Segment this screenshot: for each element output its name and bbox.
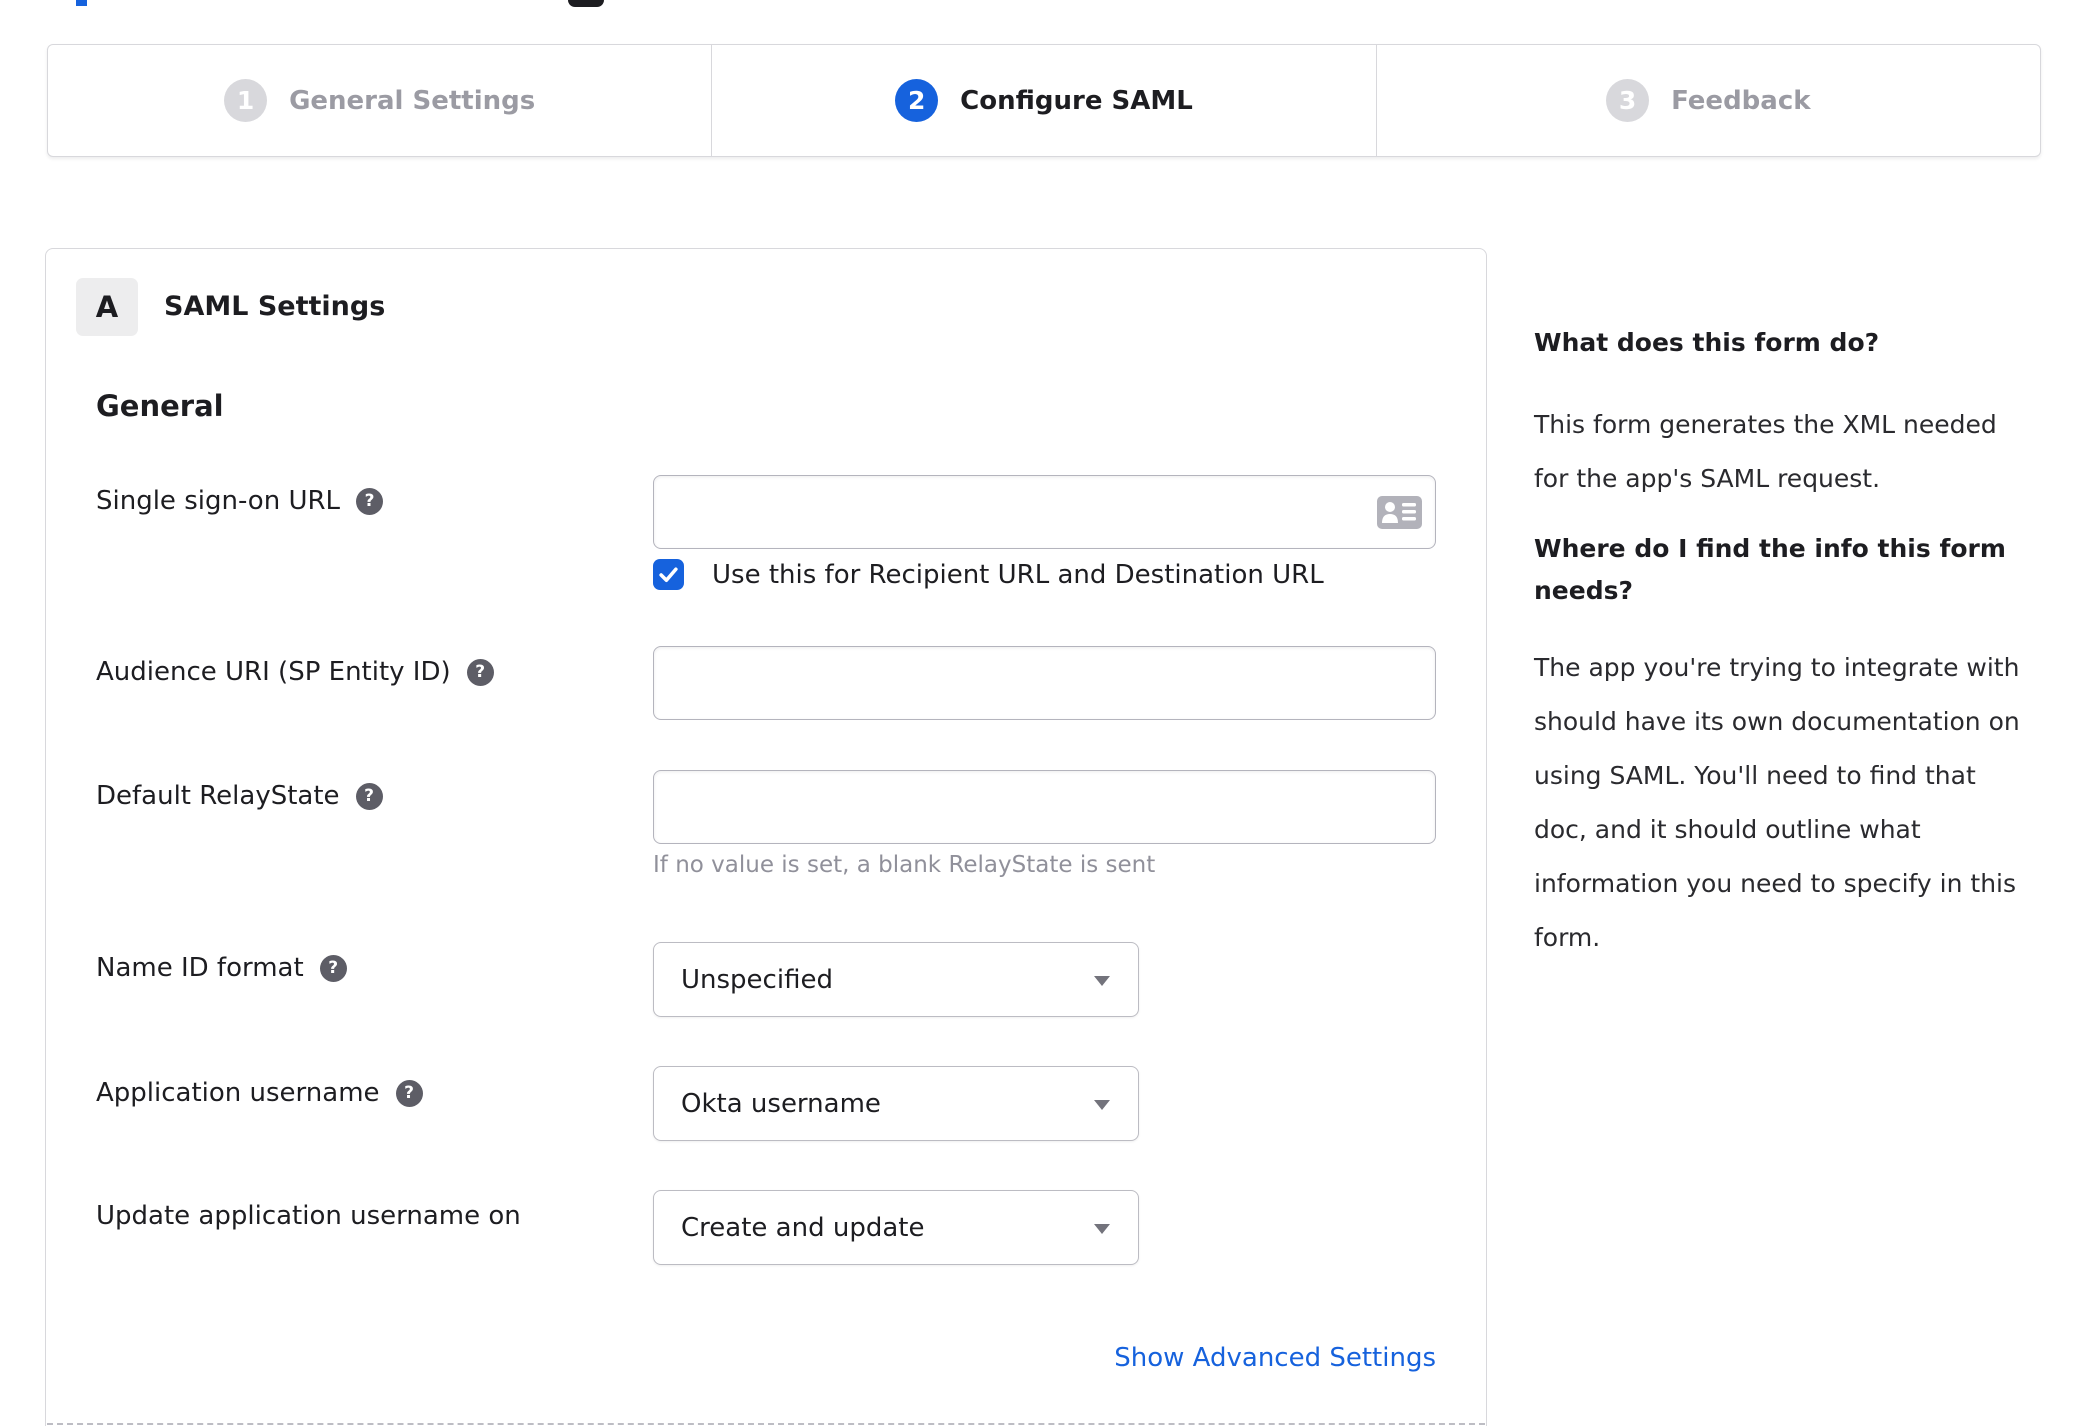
relaystate-hint: If no value is set, a blank RelayState i… (653, 852, 1156, 878)
update-username-value: Create and update (681, 1212, 925, 1243)
help-icon[interactable]: ? (395, 1079, 423, 1107)
update-username-select[interactable]: Create and update (653, 1190, 1139, 1265)
application-username-label-text: Application username (96, 1078, 380, 1108)
general-section-heading: General (96, 389, 224, 423)
update-username-label-text: Update application username on (96, 1201, 521, 1231)
name-id-format-label-text: Name ID format (96, 953, 304, 983)
sidebar-heading-where: Where do I find the info this form needs… (1534, 534, 2006, 605)
name-id-format-value: Unspecified (681, 964, 833, 995)
audience-uri-input[interactable] (653, 646, 1436, 720)
application-username-label: Application username ? (96, 1078, 423, 1108)
wizard-stepper: 1 General Settings 2 Configure SAML 3 Fe… (47, 44, 2041, 157)
sidebar-body-where: The app you're trying to integrate with … (1534, 653, 2020, 952)
section-a-badge: A (76, 278, 138, 336)
audience-uri-label-text: Audience URI (SP Entity ID) (96, 657, 451, 687)
application-username-select[interactable]: Okta username (653, 1066, 1139, 1141)
step-3-label: Feedback (1671, 85, 1811, 116)
sso-url-input[interactable] (653, 475, 1436, 549)
default-relaystate-input[interactable] (653, 770, 1436, 844)
default-relaystate-label: Default RelayState ? (96, 781, 383, 811)
help-icon[interactable]: ? (319, 954, 347, 982)
clipped-blue-element (76, 0, 87, 6)
step-general-settings: 1 General Settings (48, 45, 713, 156)
saml-settings-panel: A SAML Settings General Single sign-on U… (45, 248, 1487, 1426)
show-advanced-settings-link[interactable]: Show Advanced Settings (653, 1343, 1436, 1373)
default-relaystate-label-text: Default RelayState (96, 781, 340, 811)
address-card-icon[interactable] (1377, 496, 1422, 529)
clipped-black-icon (568, 0, 604, 7)
audience-uri-label: Audience URI (SP Entity ID) ? (96, 657, 494, 687)
name-id-format-select[interactable]: Unspecified (653, 942, 1139, 1017)
caret-down-icon (1094, 1099, 1110, 1110)
dashed-divider (47, 1423, 1485, 1425)
recipient-url-checkbox-label: Use this for Recipient URL and Destinati… (712, 559, 1324, 590)
recipient-url-checkbox[interactable] (653, 559, 684, 590)
checkmark-icon (659, 567, 678, 583)
step-1-circle: 1 (224, 79, 268, 122)
configure-saml-page: 1 General Settings 2 Configure SAML 3 Fe… (0, 0, 2092, 1426)
step-feedback: 3 Feedback (1377, 45, 2040, 156)
step-1-label: General Settings (289, 85, 536, 116)
step-3-circle: 3 (1606, 79, 1650, 122)
step-configure-saml: 2 Configure SAML (712, 45, 1377, 156)
sidebar-body-what: This form generates the XML needed for t… (1534, 410, 1997, 493)
application-username-value: Okta username (681, 1088, 881, 1119)
sso-url-label: Single sign-on URL ? (96, 486, 384, 516)
step-2-circle: 2 (895, 79, 939, 122)
caret-down-icon (1094, 1223, 1110, 1234)
help-icon[interactable]: ? (355, 782, 383, 810)
help-icon[interactable]: ? (356, 487, 384, 515)
panel-title: SAML Settings (164, 291, 386, 322)
name-id-format-label: Name ID format ? (96, 953, 347, 983)
update-username-label: Update application username on (96, 1201, 521, 1231)
step-2-label: Configure SAML (960, 85, 1193, 116)
recipient-url-checkbox-row: Use this for Recipient URL and Destinati… (653, 559, 1324, 590)
caret-down-icon (1094, 975, 1110, 986)
sso-url-label-text: Single sign-on URL (96, 486, 341, 516)
help-icon[interactable]: ? (466, 658, 494, 686)
sidebar-heading-what: What does this form do? (1534, 328, 1880, 357)
